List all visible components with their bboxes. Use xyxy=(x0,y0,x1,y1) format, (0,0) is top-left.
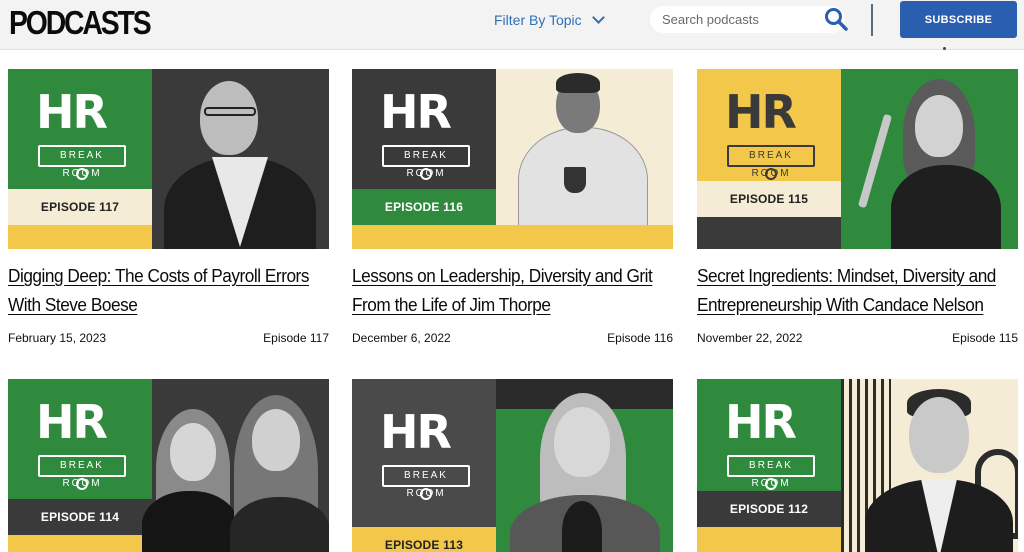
episode-date: December 6, 2022 xyxy=(352,331,451,345)
person-head xyxy=(200,81,258,155)
logo-mark: HR xyxy=(36,85,108,139)
episode-thumbnail[interactable]: HR BREAK ROOM EPISODE 115 xyxy=(697,69,1018,249)
cup-icon xyxy=(76,478,88,490)
episode-card: HR BREAK ROOM EPISODE 115 Secret Ingredi… xyxy=(697,69,1018,349)
episode-thumbnail[interactable]: HR BREAK ROOM EPISODE 114 xyxy=(8,379,329,552)
cup-icon xyxy=(76,168,88,180)
episode-tag: EPISODE 112 xyxy=(697,491,841,527)
episode-date: February 15, 2023 xyxy=(8,331,107,345)
logo-mark: HR xyxy=(380,405,452,459)
photo-panel xyxy=(142,379,329,552)
logo-mark: HR xyxy=(36,395,108,449)
episode-tag: EPISODE 116 xyxy=(352,189,496,225)
episode-thumbnail[interactable]: HR BREAK ROOM EPISODE 113 xyxy=(352,379,673,552)
spatula-icon xyxy=(857,113,893,209)
person-head xyxy=(915,95,963,157)
episode-card: HR BREAK ROOM EPISODE 112 xyxy=(697,379,1018,552)
dark-strip xyxy=(697,217,841,249)
person-top xyxy=(891,165,1001,249)
yellow-strip xyxy=(8,535,152,552)
person-head xyxy=(252,409,300,471)
episode-tag: EPISODE 117 xyxy=(8,189,152,225)
hr-break-room-logo: HR BREAK ROOM xyxy=(697,399,841,495)
page-title: PODCASTS xyxy=(9,4,152,41)
episode-number: Episode 115 xyxy=(952,331,1018,345)
episode-thumbnail[interactable]: HR BREAK ROOM EPISODE 117 xyxy=(8,69,329,249)
episode-card: HR BREAK ROOM EPISODE 113 xyxy=(352,379,673,552)
episode-tag: EPISODE 113 xyxy=(352,527,496,552)
person-hair xyxy=(556,73,600,93)
yellow-strip xyxy=(8,225,152,249)
episode-thumbnail[interactable]: HR BREAK ROOM EPISODE 112 xyxy=(697,379,1018,552)
person-head xyxy=(170,423,216,481)
episode-title-link[interactable]: Secret Ingredients: Mindset, Diversity a… xyxy=(697,261,998,319)
logo-panel: HR BREAK ROOM xyxy=(8,379,152,499)
search-icon[interactable] xyxy=(823,6,849,32)
episode-card: HR BREAK ROOM EPISODE 114 xyxy=(8,379,329,552)
episode-tag: EPISODE 115 xyxy=(697,181,841,217)
decorative-dot xyxy=(943,47,946,50)
yellow-strip xyxy=(496,225,673,249)
cup-icon xyxy=(420,488,432,500)
logo-mark: HR xyxy=(725,85,797,139)
logo-subtitle: BREAK ROOM xyxy=(727,455,815,489)
photo-panel xyxy=(496,393,673,552)
episode-number: Episode 117 xyxy=(263,331,329,345)
filter-label: Filter By Topic xyxy=(494,12,582,28)
glasses-icon xyxy=(204,107,256,116)
logo-panel: HR BREAK ROOM xyxy=(697,69,841,181)
episode-card: HR BREAK ROOM EPISODE 116 Lessons on Lea… xyxy=(352,69,673,349)
episode-number: Episode 116 xyxy=(607,331,673,345)
episode-date: November 22, 2022 xyxy=(697,331,803,345)
logo-mark: HR xyxy=(725,395,797,449)
hr-break-room-logo: HR BREAK ROOM xyxy=(352,89,496,185)
hr-break-room-logo: HR BREAK ROOM xyxy=(8,399,152,495)
chevron-down-icon xyxy=(591,11,605,24)
photo-panel xyxy=(841,69,1018,249)
photo-panel xyxy=(152,69,329,249)
person-top xyxy=(230,497,329,552)
logo-mark: HR xyxy=(380,85,452,139)
logo-subtitle: BREAK ROOM xyxy=(382,465,470,499)
logo-panel: HR BREAK ROOM xyxy=(352,379,496,527)
hr-break-room-logo: HR BREAK ROOM xyxy=(8,89,152,185)
cup-icon xyxy=(765,478,777,490)
logo-subtitle: BREAK ROOM xyxy=(38,145,126,179)
photo-panel xyxy=(841,379,1018,552)
logo-subtitle: BREAK ROOM xyxy=(382,145,470,179)
episode-thumbnail[interactable]: HR BREAK ROOM EPISODE 116 xyxy=(352,69,673,249)
search-input[interactable] xyxy=(662,6,822,33)
photo-panel xyxy=(496,69,673,237)
cup-icon xyxy=(765,168,777,180)
cup-icon xyxy=(420,168,432,180)
episode-title-link[interactable]: Digging Deep: The Costs of Payroll Error… xyxy=(8,261,309,319)
yellow-strip xyxy=(697,527,841,552)
subscribe-button[interactable]: SUBSCRIBE xyxy=(900,1,1017,38)
episode-tag: EPISODE 114 xyxy=(8,499,152,535)
search-box xyxy=(650,6,845,33)
logo-panel: HR BREAK ROOM xyxy=(352,69,496,189)
header-divider xyxy=(871,4,873,36)
person-head xyxy=(554,407,610,477)
person-head xyxy=(909,397,969,473)
episode-card: HR BREAK ROOM EPISODE 117 Digging Deep: … xyxy=(8,69,329,349)
site-header: PODCASTS Filter By Topic SUBSCRIBE xyxy=(0,0,1024,50)
logo-panel: HR BREAK ROOM xyxy=(8,69,152,189)
shield-icon xyxy=(564,167,586,193)
filter-by-topic-dropdown[interactable]: Filter By Topic xyxy=(494,11,605,28)
logo-subtitle: BREAK ROOM xyxy=(727,145,815,179)
hr-break-room-logo: HR BREAK ROOM xyxy=(352,409,496,505)
logo-panel: HR BREAK ROOM xyxy=(697,379,841,491)
yellow-strip xyxy=(352,225,496,249)
episode-title-link[interactable]: Lessons on Leadership, Diversity and Gri… xyxy=(352,261,653,319)
logo-subtitle: BREAK ROOM xyxy=(38,455,126,489)
person-top xyxy=(562,501,602,552)
person-top xyxy=(142,491,238,552)
hr-break-room-logo: HR BREAK ROOM xyxy=(697,89,841,185)
